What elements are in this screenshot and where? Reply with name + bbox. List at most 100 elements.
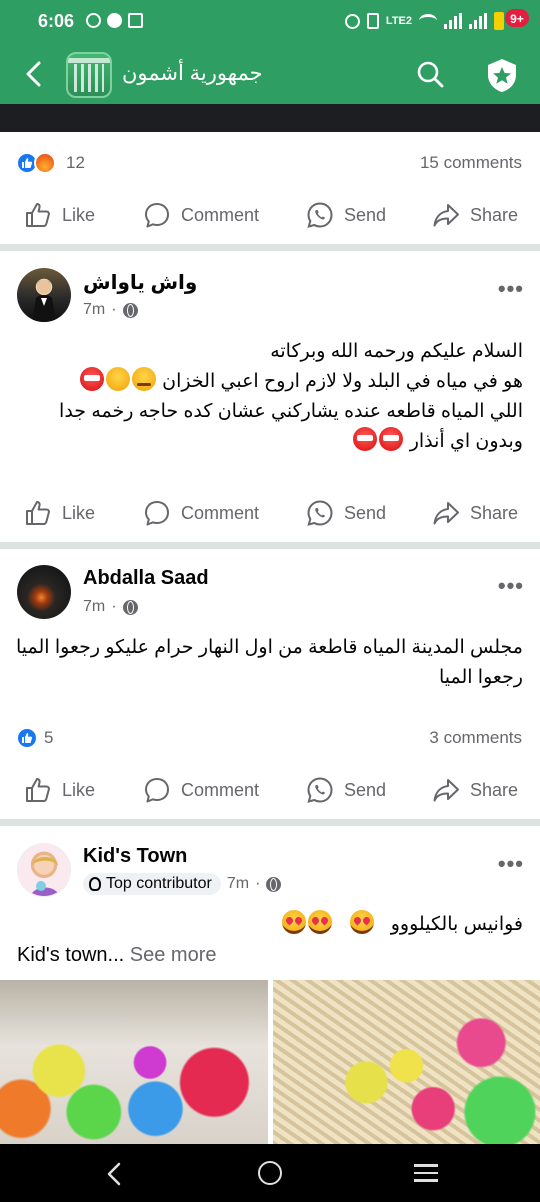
badge-label: Top contributor xyxy=(106,875,212,892)
wifi-icon xyxy=(419,14,437,28)
comment-icon xyxy=(145,203,169,228)
post-time[interactable]: 7m xyxy=(83,598,105,616)
post-photos xyxy=(0,980,540,1145)
send-label: Send xyxy=(344,502,387,523)
system-nav-bar xyxy=(0,1144,540,1202)
send-button[interactable]: Send xyxy=(306,190,386,240)
comments-count[interactable]: 15 comments xyxy=(420,153,522,173)
lanterns-photo-1[interactable] xyxy=(0,980,268,1145)
post-line-text: وبدون اي أنذار xyxy=(409,431,523,452)
share-label: Share xyxy=(470,502,519,523)
share-button[interactable]: Share xyxy=(432,488,518,538)
author-avatar[interactable] xyxy=(17,843,71,897)
post-line: السلام عليكم ورحمه الله وبركاته xyxy=(270,341,523,362)
shield-star-icon[interactable] xyxy=(484,56,520,94)
post-time[interactable]: 7m xyxy=(83,301,105,319)
reaction-count: 5 xyxy=(44,728,54,747)
comment-label: Comment xyxy=(181,779,260,800)
comment-label: Comment xyxy=(181,502,260,523)
lte-label: LTE2 xyxy=(385,15,412,27)
previous-post-media-edge xyxy=(0,104,540,132)
sweat-face-icon xyxy=(105,367,130,391)
author-name[interactable]: Abdalla Saad xyxy=(83,567,209,590)
post-line-text: فوانيس بالكيلووو xyxy=(390,914,523,935)
share-button[interactable]: Share xyxy=(432,190,518,240)
like-label: Like xyxy=(62,204,96,225)
send-label: Send xyxy=(344,779,387,800)
more-icon[interactable]: ••• xyxy=(498,276,524,302)
post-line: وبدون اي أنذار xyxy=(13,427,523,457)
meta-separator: · xyxy=(111,598,117,615)
post-line-text: هو في مياه في البلد ولا لازم اروح اعبي ا… xyxy=(162,371,523,392)
comment-button[interactable]: Comment xyxy=(143,488,259,538)
heart-eyes-icon xyxy=(349,910,374,934)
post-header: Abdalla Saad 7m · ••• xyxy=(0,565,540,629)
send-button[interactable]: Send xyxy=(306,488,386,538)
group-title[interactable]: جمهورية أشمون xyxy=(122,61,263,86)
angry-face-icon xyxy=(353,427,378,451)
app-notification-icon xyxy=(128,13,143,28)
medal-icon xyxy=(89,877,101,891)
comment-button[interactable]: Comment xyxy=(143,190,259,240)
nav-back-icon[interactable] xyxy=(104,1161,124,1192)
status-bar: 6:06 LTE2 xyxy=(0,0,540,44)
send-button[interactable]: Send xyxy=(306,765,386,815)
group-avatar-band xyxy=(68,58,110,63)
nav-recents-icon[interactable] xyxy=(414,1164,438,1187)
post-time[interactable]: 7m xyxy=(227,875,249,893)
status-left-icons xyxy=(86,13,143,28)
battery-icon xyxy=(494,12,504,30)
more-icon[interactable]: ••• xyxy=(498,851,524,877)
meta-separator: · xyxy=(111,301,117,318)
post-line: فوانيس بالكيلووو xyxy=(13,910,523,940)
whatsapp-icon xyxy=(307,500,333,526)
post-actions: Like Comment Send Share xyxy=(0,190,540,240)
see-more-link[interactable]: See more xyxy=(130,944,217,966)
more-icon[interactable]: ••• xyxy=(498,573,524,599)
post-line: اللي المياه قاطعه عنده يشاركني عشان كده … xyxy=(59,401,523,422)
like-icon xyxy=(26,203,50,227)
share-icon xyxy=(433,779,459,802)
comment-label: Comment xyxy=(181,204,260,225)
post-meta: 7m · xyxy=(83,301,138,319)
like-button[interactable]: Like xyxy=(24,190,95,240)
heart-eyes-icon xyxy=(282,910,307,934)
alarm-icon xyxy=(344,13,360,29)
like-icon xyxy=(26,778,50,802)
share-label: Share xyxy=(470,779,519,800)
reaction-icons xyxy=(16,152,64,174)
like-button[interactable]: Like xyxy=(24,765,95,815)
search-icon[interactable] xyxy=(416,60,444,88)
author-name[interactable]: واش ياواش xyxy=(83,270,197,295)
whatsapp-icon xyxy=(307,777,333,803)
group-avatar[interactable] xyxy=(66,52,112,98)
like-reaction-icon xyxy=(16,727,38,749)
b-notification-icon xyxy=(86,13,101,28)
like-button[interactable]: Like xyxy=(24,488,95,538)
share-label: Share xyxy=(470,204,519,225)
back-arrow-icon[interactable] xyxy=(20,58,50,90)
whatsapp-icon xyxy=(307,202,333,228)
lanterns-photo-2[interactable] xyxy=(273,980,540,1145)
like-icon xyxy=(26,501,50,525)
post-body: مجلس المدينة المياه قاطعة من اول النهار … xyxy=(13,633,523,693)
signal-1-icon xyxy=(444,13,462,29)
preview-text: Kid's town... xyxy=(17,944,125,966)
thinking-face-icon xyxy=(131,367,156,391)
reactions-summary[interactable]: 5 3 comments xyxy=(0,718,540,758)
heart-eyes-icon xyxy=(308,910,333,934)
author-name[interactable]: Kid's Town xyxy=(83,845,187,868)
author-avatar[interactable] xyxy=(17,268,71,322)
nav-home-icon[interactable] xyxy=(258,1161,282,1185)
author-avatar[interactable] xyxy=(17,565,71,619)
post-divider xyxy=(0,542,540,549)
reactions-summary[interactable]: 12 15 comments xyxy=(0,143,540,183)
comment-button[interactable]: Comment xyxy=(143,765,259,815)
globe-icon xyxy=(122,599,138,615)
meta-separator: · xyxy=(255,875,261,892)
post-divider xyxy=(0,244,540,251)
top-contributor-badge[interactable]: Top contributor xyxy=(83,873,221,895)
comments-count[interactable]: 3 comments xyxy=(429,728,522,748)
messenger-icon xyxy=(107,13,122,28)
share-button[interactable]: Share xyxy=(432,765,518,815)
